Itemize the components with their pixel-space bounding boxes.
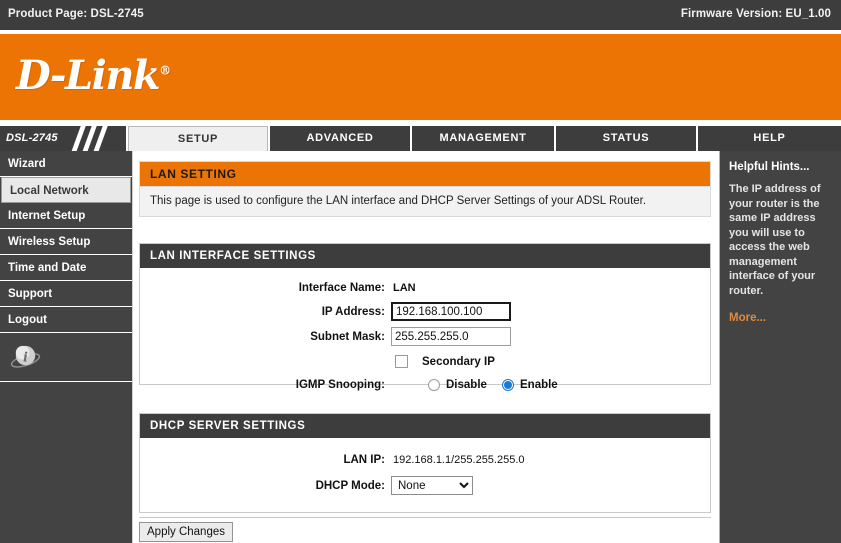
registered-mark-icon: ® [159, 63, 172, 78]
helpful-hints-more-link[interactable]: More... [729, 312, 832, 324]
igmp-enable-radio[interactable] [502, 379, 514, 391]
lan-interface-settings-section: LAN INTERFACE SETTINGS Interface Name: L… [139, 243, 711, 391]
sidebar-item-wireless-setup[interactable]: Wireless Setup [0, 229, 132, 255]
ip-address-row: IP Address: [140, 302, 710, 323]
dlink-logo: D-Link® [16, 52, 171, 99]
igmp-snooping-label: IGMP Snooping: [295, 379, 385, 391]
dhcp-server-settings-section: DHCP SERVER SETTINGS LAN IP: 192.168.1.1… [139, 413, 711, 513]
subnet-mask-row: Subnet Mask: [140, 327, 710, 348]
lan-ip-row: LAN IP: 192.168.1.1/255.255.255.0 [140, 450, 710, 471]
subnet-mask-input[interactable] [391, 327, 511, 346]
router-admin-page: Product Page: DSL-2745 Firmware Version:… [0, 0, 841, 543]
sidebar-item-support[interactable]: Support [0, 281, 132, 307]
secondary-ip-label: Secondary IP [422, 356, 495, 368]
sidebar-info-block: i [0, 333, 132, 382]
model-badge: DSL-2745 [0, 126, 126, 151]
ip-address-input[interactable] [391, 302, 511, 321]
product-page-label: Product Page: DSL-2745 [8, 8, 144, 20]
dlink-logo-text: D-Link [16, 52, 161, 99]
tab-management[interactable]: MANAGEMENT [412, 126, 554, 151]
dhcp-mode-label: DHCP Mode: [315, 480, 385, 492]
interface-name-label: Interface Name: [298, 282, 385, 294]
helpful-hints-body: The IP address of your router is the sam… [729, 183, 821, 297]
secondary-ip-checkbox[interactable] [395, 355, 408, 368]
tab-status[interactable]: STATUS [556, 126, 696, 151]
tab-help[interactable]: HELP [698, 126, 841, 151]
page-title: LAN SETTING [139, 161, 711, 187]
igmp-snooping-row: IGMP Snooping: Disable Enable [140, 375, 710, 396]
brand-banner: D-Link® [0, 32, 841, 120]
lan-ip-value: 192.168.1.1/255.255.255.0 [393, 454, 525, 466]
main-content: LAN SETTING This page is used to configu… [132, 151, 719, 543]
igmp-disable-radio[interactable] [428, 379, 440, 391]
section-divider-strip [139, 517, 711, 518]
sidebar-item-time-and-date[interactable]: Time and Date [0, 255, 132, 281]
dhcp-mode-select[interactable]: None [391, 476, 473, 495]
lan-interface-settings-heading: LAN INTERFACE SETTINGS [140, 244, 710, 268]
main-tab-bar: DSL-2745 SETUP ADVANCED MANAGEMENT STATU… [0, 126, 841, 151]
firmware-version-label: Firmware Version: EU_1.00 [680, 8, 831, 20]
tab-setup[interactable]: SETUP [128, 126, 268, 151]
interface-name-value: LAN [393, 282, 416, 294]
secondary-ip-row: Secondary IP [140, 352, 710, 373]
tab-advanced[interactable]: ADVANCED [270, 126, 410, 151]
sidebar-nav: Wizard Local Network Internet Setup Wire… [0, 151, 132, 543]
ip-address-label: IP Address: [321, 306, 385, 318]
svg-text:i: i [23, 349, 28, 364]
dhcp-server-settings-heading: DHCP SERVER SETTINGS [140, 414, 710, 438]
sidebar-item-internet-setup[interactable]: Internet Setup [0, 203, 132, 229]
helpful-hints-title: Helpful Hints... [729, 161, 810, 173]
interface-name-row: Interface Name: LAN [140, 278, 710, 299]
sidebar-item-local-network[interactable]: Local Network [1, 177, 131, 203]
model-name-label: DSL-2745 [6, 132, 58, 144]
helpful-hints-panel: Helpful Hints... The IP address of your … [719, 151, 841, 543]
dhcp-mode-row: DHCP Mode: None [140, 476, 710, 497]
igmp-disable-label: Disable [446, 379, 487, 391]
page-description: This page is used to configure the LAN i… [139, 187, 711, 217]
sidebar-item-wizard[interactable]: Wizard [0, 151, 132, 177]
apply-changes-button[interactable]: Apply Changes [139, 522, 233, 542]
top-bar: Product Page: DSL-2745 Firmware Version:… [0, 0, 841, 30]
globe-info-icon: i [10, 345, 41, 368]
sidebar-item-logout[interactable]: Logout [0, 307, 132, 333]
lan-ip-label: LAN IP: [343, 454, 385, 466]
subnet-mask-label: Subnet Mask: [310, 331, 385, 343]
igmp-enable-label: Enable [520, 379, 558, 391]
